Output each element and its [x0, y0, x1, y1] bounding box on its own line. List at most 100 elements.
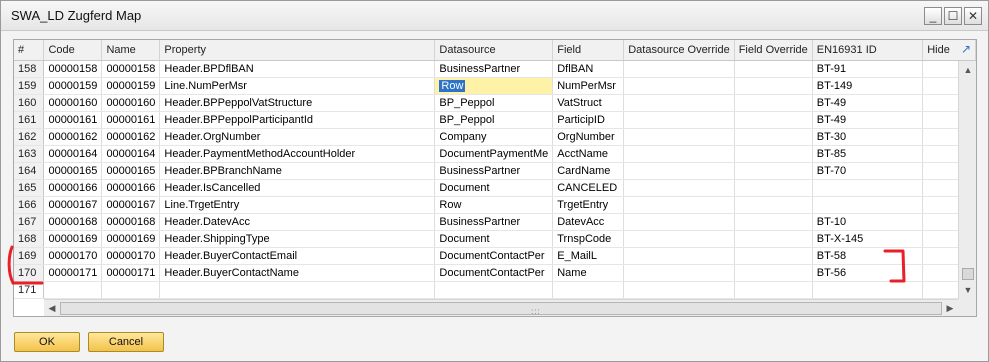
cell-field-override[interactable]: [734, 196, 813, 214]
cell-code[interactable]: 00000167: [43, 196, 103, 214]
cell-code[interactable]: 00000169: [43, 230, 103, 248]
cell-datasource-override[interactable]: [623, 111, 735, 129]
cell-code[interactable]: 00000159: [43, 77, 103, 95]
cell-en16931-id[interactable]: BT-49: [812, 94, 924, 112]
cell-name[interactable]: 00000168: [101, 213, 161, 231]
cell-en16931-id[interactable]: BT-56: [812, 264, 924, 282]
vertical-scroll-thumb[interactable]: [962, 268, 974, 280]
column-header-en16931-id[interactable]: EN16931 ID: [812, 40, 924, 61]
vertical-scrollbar[interactable]: ▲ ▼: [958, 61, 976, 299]
cell-datasource-override[interactable]: [623, 281, 735, 299]
cell-field-override[interactable]: [734, 128, 813, 146]
cell-name[interactable]: 00000162: [101, 128, 161, 146]
cell-datasource[interactable]: DocumentContactPer: [434, 247, 554, 265]
cell-field-override[interactable]: [734, 77, 813, 95]
cell-property[interactable]: [159, 281, 436, 299]
cell-field[interactable]: DatevAcc: [552, 213, 625, 231]
cell-datasource[interactable]: Company: [434, 128, 554, 146]
table-row[interactable]: 167 00000168 00000168 Header.DatevAcc Busine…: [14, 213, 976, 231]
cell-property[interactable]: Header.ShippingType: [159, 230, 436, 248]
cell-en16931-id[interactable]: [812, 281, 924, 299]
cell-datasource-override[interactable]: [623, 162, 735, 180]
cell-datasource[interactable]: DocumentContactPer: [434, 264, 554, 282]
empty-new-row[interactable]: 171: [14, 281, 976, 299]
table-row[interactable]: 160 00000160 00000160 Header.BPPeppolVatStr…: [14, 94, 976, 112]
cell-field-override[interactable]: [734, 162, 813, 180]
cell-en16931-id[interactable]: BT-70: [812, 162, 924, 180]
cell-field[interactable]: OrgNumber: [552, 128, 625, 146]
column-header-row-number[interactable]: #: [14, 40, 45, 61]
cell-property[interactable]: Header.PaymentMethodAccountHolder: [159, 145, 436, 163]
cell-en16931-id[interactable]: BT-10: [812, 213, 924, 231]
cell-field[interactable]: CardName: [552, 162, 625, 180]
table-row[interactable]: 159 00000159 00000159 Line.NumPerMsr Row NumP…: [14, 77, 976, 95]
cell-property[interactable]: Header.DatevAcc: [159, 213, 436, 231]
cell-name[interactable]: 00000165: [101, 162, 161, 180]
cell-datasource-override[interactable]: [623, 145, 735, 163]
cell-datasource-override[interactable]: [623, 77, 735, 95]
cell-en16931-id[interactable]: [812, 179, 924, 197]
column-header-field-override[interactable]: Field Override: [734, 40, 813, 61]
cell-field-override[interactable]: [734, 247, 813, 265]
cell-datasource-override[interactable]: [623, 196, 735, 214]
cell-property[interactable]: Header.BuyerContactName: [159, 264, 436, 282]
cell-code[interactable]: 00000161: [43, 111, 103, 129]
cell-name[interactable]: 00000171: [101, 264, 161, 282]
cell-property[interactable]: Header.IsCancelled: [159, 179, 436, 197]
cell-field-override[interactable]: [734, 264, 813, 282]
cell-datasource-override[interactable]: [623, 60, 735, 78]
cell-property[interactable]: Header.BPDflBAN: [159, 60, 436, 78]
cell-datasource[interactable]: BP_Peppol: [434, 111, 554, 129]
cell-property[interactable]: Header.BuyerContactEmail: [159, 247, 436, 265]
cell-name[interactable]: 00000167: [101, 196, 161, 214]
cell-datasource[interactable]: DocumentPaymentMe: [434, 145, 554, 163]
cell-en16931-id[interactable]: BT-X-145: [812, 230, 924, 248]
cell-field[interactable]: AcctName: [552, 145, 625, 163]
cell-field[interactable]: E_MailL: [552, 247, 625, 265]
cell-datasource-override[interactable]: [623, 230, 735, 248]
cell-name[interactable]: 00000159: [101, 77, 161, 95]
cell-datasource[interactable]: Row: [434, 77, 554, 95]
cell-datasource[interactable]: Document: [434, 230, 554, 248]
cell-field-override[interactable]: [734, 230, 813, 248]
mapping-grid[interactable]: # Code Name Property Datasource Field Datasour…: [13, 39, 977, 317]
cell-code[interactable]: 00000171: [43, 264, 103, 282]
cell-datasource-override[interactable]: [623, 94, 735, 112]
scroll-up-icon[interactable]: ▲: [959, 63, 976, 77]
cell-field[interactable]: VatStruct: [552, 94, 625, 112]
cell-name[interactable]: 00000158: [101, 60, 161, 78]
scroll-left-icon[interactable]: ◀: [44, 300, 60, 316]
cell-property[interactable]: Header.BPPeppolVatStructure: [159, 94, 436, 112]
cell-en16931-id[interactable]: BT-58: [812, 247, 924, 265]
cell-field[interactable]: DflBAN: [552, 60, 625, 78]
column-header-datasource[interactable]: Datasource: [434, 40, 554, 61]
cell-property[interactable]: Header.OrgNumber: [159, 128, 436, 146]
cell-name[interactable]: [101, 281, 161, 299]
cell-datasource[interactable]: BusinessPartner: [434, 60, 554, 78]
cell-name[interactable]: 00000169: [101, 230, 161, 248]
cell-datasource[interactable]: Document: [434, 179, 554, 197]
cell-name[interactable]: 00000170: [101, 247, 161, 265]
cell-field[interactable]: NumPerMsr: [552, 77, 625, 95]
cell-datasource[interactable]: Row: [434, 196, 554, 214]
maximize-button[interactable]: ☐: [944, 7, 962, 25]
table-row[interactable]: 161 00000161 00000161 Header.BPPeppolPartic…: [14, 111, 976, 129]
cell-name[interactable]: 00000161: [101, 111, 161, 129]
column-header-name[interactable]: Name: [101, 40, 161, 61]
cell-field-override[interactable]: [734, 60, 813, 78]
column-header-code[interactable]: Code: [43, 40, 103, 61]
cell-en16931-id[interactable]: BT-85: [812, 145, 924, 163]
cell-en16931-id[interactable]: BT-149: [812, 77, 924, 95]
cell-property[interactable]: Header.BPBranchName: [159, 162, 436, 180]
cell-field[interactable]: [552, 281, 625, 299]
table-row[interactable]: 164 00000165 00000165 Header.BPBranchName Bu…: [14, 162, 976, 180]
cell-code[interactable]: 00000170: [43, 247, 103, 265]
table-row[interactable]: 163 00000164 00000164 Header.PaymentMethodA…: [14, 145, 976, 163]
cell-en16931-id[interactable]: BT-49: [812, 111, 924, 129]
cell-field-override[interactable]: [734, 213, 813, 231]
column-header-field[interactable]: Field: [552, 40, 625, 61]
cell-datasource-override[interactable]: [623, 213, 735, 231]
cell-name[interactable]: 00000166: [101, 179, 161, 197]
selected-text[interactable]: Row: [439, 79, 466, 92]
cell-code[interactable]: 00000168: [43, 213, 103, 231]
